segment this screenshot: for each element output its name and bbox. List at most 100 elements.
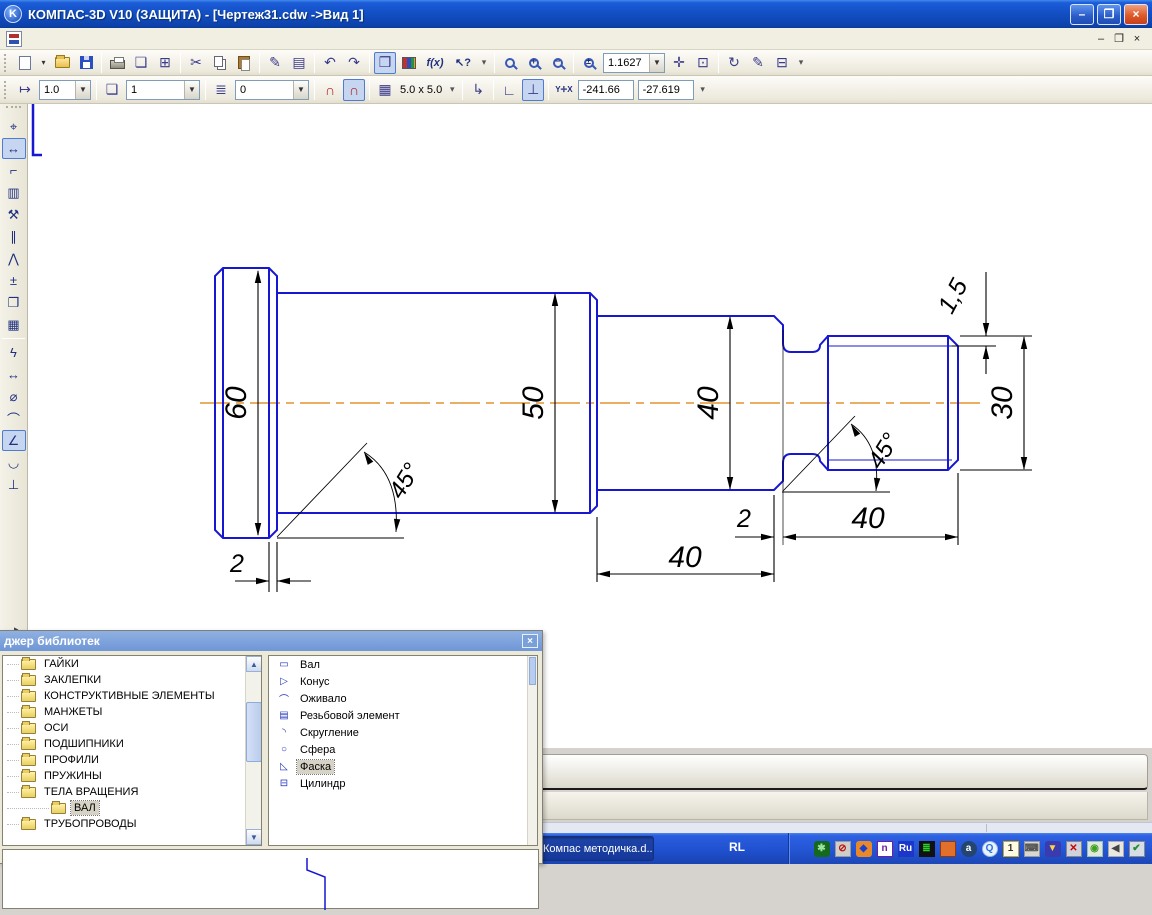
open-button[interactable] xyxy=(51,52,73,74)
height-dimension-button[interactable]: ⊥ xyxy=(2,474,26,495)
auto-dimension-button[interactable]: ϟ xyxy=(2,342,26,363)
designations-tool-button[interactable]: ⌐ xyxy=(2,160,26,181)
library-tree-item[interactable]: ТРУБОПРОВОДЫ xyxy=(3,816,261,832)
angle-dimension-button[interactable]: ∠ xyxy=(1,430,26,451)
doc-restore-button[interactable]: ❐ xyxy=(1110,31,1128,47)
library-element-item[interactable]: ◺ Фаска xyxy=(269,758,537,775)
selection-plusminus-button[interactable]: ± xyxy=(2,270,26,291)
tree-scrollbar[interactable]: ▲ ▼ xyxy=(245,656,261,845)
menu-item[interactable] xyxy=(102,36,120,42)
lang-ru-icon[interactable]: Ru xyxy=(897,840,914,857)
menu-item[interactable] xyxy=(192,36,210,42)
volume-icon[interactable]: ◀ xyxy=(1107,840,1124,857)
library-element-item[interactable]: ▷ Конус xyxy=(269,673,537,690)
linear-dimension-button[interactable]: ↔ xyxy=(2,364,26,385)
scroll-down-icon[interactable]: ▼ xyxy=(246,829,261,845)
zoom-scale-combo[interactable]: 1.1627 ▼ xyxy=(603,52,665,73)
selection-tool-button[interactable]: ⌖ xyxy=(2,116,26,137)
menu-item[interactable] xyxy=(120,36,138,42)
specification-tool-button[interactable]: ▦ xyxy=(2,314,26,335)
toolbar-grip[interactable] xyxy=(4,80,9,99)
ortho-mode-button[interactable]: ⊥ xyxy=(522,78,545,101)
copy-properties-button[interactable]: ✎ xyxy=(264,52,286,74)
pan-button[interactable]: ✛ xyxy=(668,52,690,74)
toolbar-options-button[interactable]: ▾ xyxy=(795,52,807,74)
close-button[interactable]: × xyxy=(1124,3,1148,25)
library-tree-item[interactable]: ПРОФИЛИ xyxy=(3,752,261,768)
paste-button[interactable] xyxy=(233,52,255,74)
library-elements-list[interactable]: ▭ Вал ▷ Конус ⌒ Оживало ▤ Резьбовой элем… xyxy=(268,655,538,846)
properties-button[interactable]: ⊟ xyxy=(771,52,793,74)
taskbar-task-button[interactable]: Компас методичка.d... xyxy=(536,836,654,861)
cursor-step-icon[interactable]: ↦ xyxy=(14,79,36,101)
menu-item[interactable] xyxy=(30,36,48,42)
variables-button[interactable]: f(x) xyxy=(422,52,448,74)
library-element-item[interactable]: ○ Сфера xyxy=(269,741,537,758)
library-element-item[interactable]: ▭ Вал xyxy=(269,656,537,673)
menu-item[interactable] xyxy=(174,36,192,42)
document-icon[interactable] xyxy=(6,30,22,47)
redo-button[interactable]: ↷ xyxy=(343,52,365,74)
library-panel-close-icon[interactable]: × xyxy=(522,634,538,648)
dimensions-tool-button[interactable]: ↔ xyxy=(1,138,26,159)
library-tree-item[interactable]: ЗАКЛЕПКИ xyxy=(3,672,261,688)
views-list-icon[interactable]: ❏ xyxy=(101,79,123,101)
print-task-button[interactable]: ⊞ xyxy=(154,52,176,74)
minimize-button[interactable]: – xyxy=(1070,3,1094,25)
library-tree-item[interactable]: ВАЛ xyxy=(3,800,261,816)
list-scrollbar[interactable] xyxy=(527,656,537,845)
orange-app-icon[interactable] xyxy=(939,840,956,857)
measurements-tool-button[interactable]: ⋀ xyxy=(2,248,26,269)
current-view-combo[interactable]: 1 ▼ xyxy=(126,79,200,100)
library-tree-item[interactable]: ГАЙКИ xyxy=(3,656,261,672)
library-tree-item[interactable]: ТЕЛА ВРАЩЕНИЯ xyxy=(3,784,261,800)
usb-device-icon[interactable]: ✔ xyxy=(1128,840,1145,857)
panel-grip[interactable] xyxy=(6,106,21,114)
menu-item[interactable] xyxy=(48,36,66,42)
equalizer-icon[interactable]: ≣ xyxy=(918,840,935,857)
scroll-up-icon[interactable]: ▲ xyxy=(246,656,261,672)
combo-dropdown-icon[interactable]: ▼ xyxy=(75,80,90,99)
library-element-item[interactable]: ▤ Резьбовой элемент xyxy=(269,707,537,724)
library-element-item[interactable]: ⌒ Оживало xyxy=(269,690,537,707)
arc-dimension-button[interactable]: ◡ xyxy=(2,452,26,473)
menu-item[interactable] xyxy=(210,36,228,42)
browser-a-icon[interactable]: a xyxy=(960,840,977,857)
print-button[interactable] xyxy=(106,52,128,74)
copy-button[interactable] xyxy=(209,52,231,74)
cut-button[interactable]: ✂ xyxy=(185,52,207,74)
library-panel-titlebar[interactable]: джер библиотек × xyxy=(0,631,542,651)
local-cs-button[interactable]: ↳ xyxy=(467,79,489,101)
specification-view-button[interactable]: ▤ xyxy=(288,52,310,74)
new-document-dropdown[interactable]: ▾ xyxy=(38,52,49,74)
zoom-scale-button[interactable]: ± xyxy=(578,52,600,74)
zoom-out-button[interactable]: − xyxy=(547,52,569,74)
library-manager-button[interactable] xyxy=(398,52,420,74)
calendar-one-icon[interactable]: 1 xyxy=(1002,840,1019,857)
doc-minimize-button[interactable]: – xyxy=(1092,31,1110,47)
document-manager-button[interactable]: ❒ xyxy=(374,51,396,74)
restore-button[interactable]: ❐ xyxy=(1097,3,1121,25)
zoom-window-button[interactable] xyxy=(499,52,521,74)
menu-item[interactable] xyxy=(84,36,102,42)
cursor-step-combo[interactable]: 1.0 ▼ xyxy=(39,79,91,100)
combo-dropdown-icon[interactable]: ▼ xyxy=(649,53,664,72)
zoom-in-button[interactable]: + xyxy=(523,52,545,74)
print-preview-button[interactable]: ❏ xyxy=(130,52,152,74)
fit-to-screen-button[interactable]: ⊡ xyxy=(692,52,714,74)
context-help-button[interactable]: ↖? xyxy=(450,52,476,74)
undo-button[interactable]: ↶ xyxy=(319,52,341,74)
scroll-thumb[interactable] xyxy=(246,702,261,762)
network-disconnected-icon[interactable]: ✕ xyxy=(1065,840,1082,857)
menu-item[interactable] xyxy=(66,36,84,42)
coordinate-x-field[interactable]: -241.66 xyxy=(577,79,634,100)
menu-item[interactable] xyxy=(156,36,174,42)
toolbar-options-button[interactable]: ▾ xyxy=(478,52,490,74)
library-element-item[interactable]: ◝ Скругление xyxy=(269,724,537,741)
library-tree-item[interactable]: ПОДШИПНИКИ xyxy=(3,736,261,752)
toolbar-options-button[interactable]: ▾ xyxy=(697,79,709,101)
combo-dropdown-icon[interactable]: ▼ xyxy=(293,80,308,99)
doc-close-button[interactable]: × xyxy=(1128,31,1146,47)
combo-dropdown-icon[interactable]: ▼ xyxy=(184,80,199,99)
corner-mode-button[interactable]: ∟ xyxy=(498,79,520,101)
